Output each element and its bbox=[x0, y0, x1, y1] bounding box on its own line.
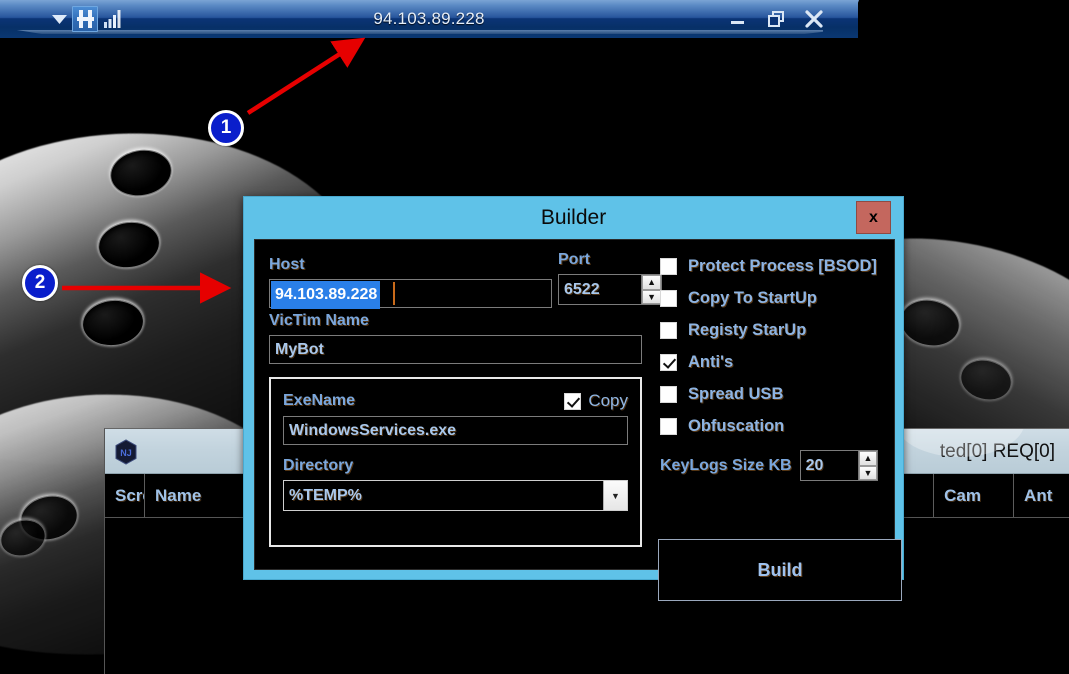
hospital-h-icon[interactable] bbox=[72, 6, 98, 32]
keylogs-size-row: KeyLogs Size KB ▲ ▼ bbox=[660, 450, 888, 481]
screen-root: NJ ted[0] REQ[0] Scre Name Cam Ant bbox=[0, 0, 1069, 674]
restore-icon[interactable] bbox=[764, 7, 788, 31]
column-header-anti[interactable]: Ant bbox=[1014, 474, 1069, 517]
copy-label: Copy bbox=[588, 391, 628, 410]
port-spinner[interactable]: ▲ ▼ bbox=[558, 274, 662, 305]
option-checkbox[interactable] bbox=[660, 417, 677, 435]
port-spin-buttons: ▲ ▼ bbox=[641, 275, 661, 304]
exename-header-row: ExeName Copy bbox=[283, 391, 628, 411]
victim-name-input[interactable] bbox=[269, 335, 642, 364]
titlebar-left-icons bbox=[48, 0, 126, 38]
option-checkbox[interactable] bbox=[660, 289, 677, 307]
option-label: Registy StarUp bbox=[688, 320, 807, 339]
option-spread-usb[interactable]: Spread USB bbox=[660, 378, 888, 410]
option-label: Spread USB bbox=[688, 384, 784, 403]
option-label: Obfuscation bbox=[688, 416, 785, 435]
chevron-down-icon[interactable] bbox=[48, 0, 70, 38]
option-protect-process[interactable]: Protect Process [BSOD] bbox=[660, 250, 888, 282]
host-input[interactable]: 94.103.89.228 bbox=[269, 279, 552, 309]
option-registry-startup[interactable]: Registy StarUp bbox=[660, 314, 888, 346]
victim-name-label: VicTim Name bbox=[269, 312, 369, 329]
text-caret bbox=[393, 282, 395, 305]
option-checkbox[interactable] bbox=[660, 353, 677, 371]
signal-bars-icon[interactable] bbox=[100, 6, 126, 32]
builder-title: Builder bbox=[540, 206, 607, 229]
keylogs-size-label: KeyLogs Size KB bbox=[660, 456, 792, 474]
chevron-down-icon[interactable]: ▼ bbox=[602, 481, 627, 510]
spinner-down-icon[interactable]: ▼ bbox=[642, 289, 661, 304]
builder-content: Host 94.103.89.228 Port ▲ ▼ bbox=[254, 239, 902, 601]
close-icon[interactable] bbox=[802, 7, 826, 31]
option-label: Copy To StartUp bbox=[688, 288, 817, 307]
port-field-group: Port ▲ ▼ bbox=[558, 251, 662, 305]
option-checkbox[interactable] bbox=[660, 321, 677, 339]
window-controls bbox=[726, 0, 826, 38]
minimize-icon[interactable] bbox=[726, 7, 750, 31]
builder-close-button[interactable]: x bbox=[856, 201, 891, 234]
port-input[interactable] bbox=[559, 275, 642, 304]
copy-checkbox[interactable] bbox=[564, 392, 582, 410]
exe-settings-group: ExeName Copy Directory ▼ bbox=[269, 377, 642, 547]
directory-combobox[interactable]: ▼ bbox=[283, 480, 628, 511]
column-header-screen[interactable]: Scre bbox=[105, 474, 145, 517]
option-checkbox[interactable] bbox=[660, 385, 677, 403]
option-copy-to-startup[interactable]: Copy To StartUp bbox=[660, 282, 888, 314]
spinner-up-icon[interactable]: ▲ bbox=[859, 451, 877, 466]
nj-hexagon-logo-icon: NJ bbox=[113, 438, 139, 466]
host-field-group: Host 94.103.89.228 bbox=[269, 256, 552, 309]
option-label: Protect Process [BSOD] bbox=[688, 256, 877, 275]
svg-text:NJ: NJ bbox=[120, 448, 132, 458]
directory-label: Directory bbox=[283, 457, 354, 474]
option-label: Anti's bbox=[688, 352, 734, 371]
spinner-down-icon[interactable]: ▼ bbox=[859, 465, 877, 480]
directory-input[interactable] bbox=[284, 481, 603, 510]
keylogs-spin-buttons: ▲ ▼ bbox=[858, 451, 877, 480]
exename-label: ExeName bbox=[283, 392, 356, 409]
option-obfuscation[interactable]: Obfuscation bbox=[660, 410, 888, 442]
options-checkbox-column: Protect Process [BSOD] Copy To StartUp R… bbox=[660, 250, 888, 481]
main-window-titlebar[interactable]: 94.103.89.228 bbox=[0, 0, 858, 38]
builder-dialog: Builder x Host 94.103.89.228 Port ▲ bbox=[243, 196, 904, 601]
connection-status-text: ted[0] REQ[0] bbox=[939, 441, 1055, 462]
keylogs-size-spinner[interactable]: ▲ ▼ bbox=[799, 450, 878, 481]
option-antis[interactable]: Anti's bbox=[660, 346, 888, 378]
port-label: Port bbox=[558, 251, 590, 268]
spinner-up-icon[interactable]: ▲ bbox=[642, 275, 661, 290]
host-label: Host bbox=[269, 256, 305, 273]
host-input-value: 94.103.89.228 bbox=[271, 281, 381, 309]
option-checkbox[interactable] bbox=[660, 257, 677, 275]
victim-name-field-group: VicTim Name bbox=[269, 312, 642, 364]
copy-checkbox-row[interactable]: Copy bbox=[564, 391, 628, 411]
keylogs-size-input[interactable] bbox=[800, 451, 859, 480]
build-button[interactable]: Build bbox=[658, 539, 902, 601]
exename-input[interactable] bbox=[283, 416, 628, 445]
column-header-cam[interactable]: Cam bbox=[934, 474, 1015, 517]
builder-titlebar[interactable]: Builder x bbox=[244, 197, 903, 239]
